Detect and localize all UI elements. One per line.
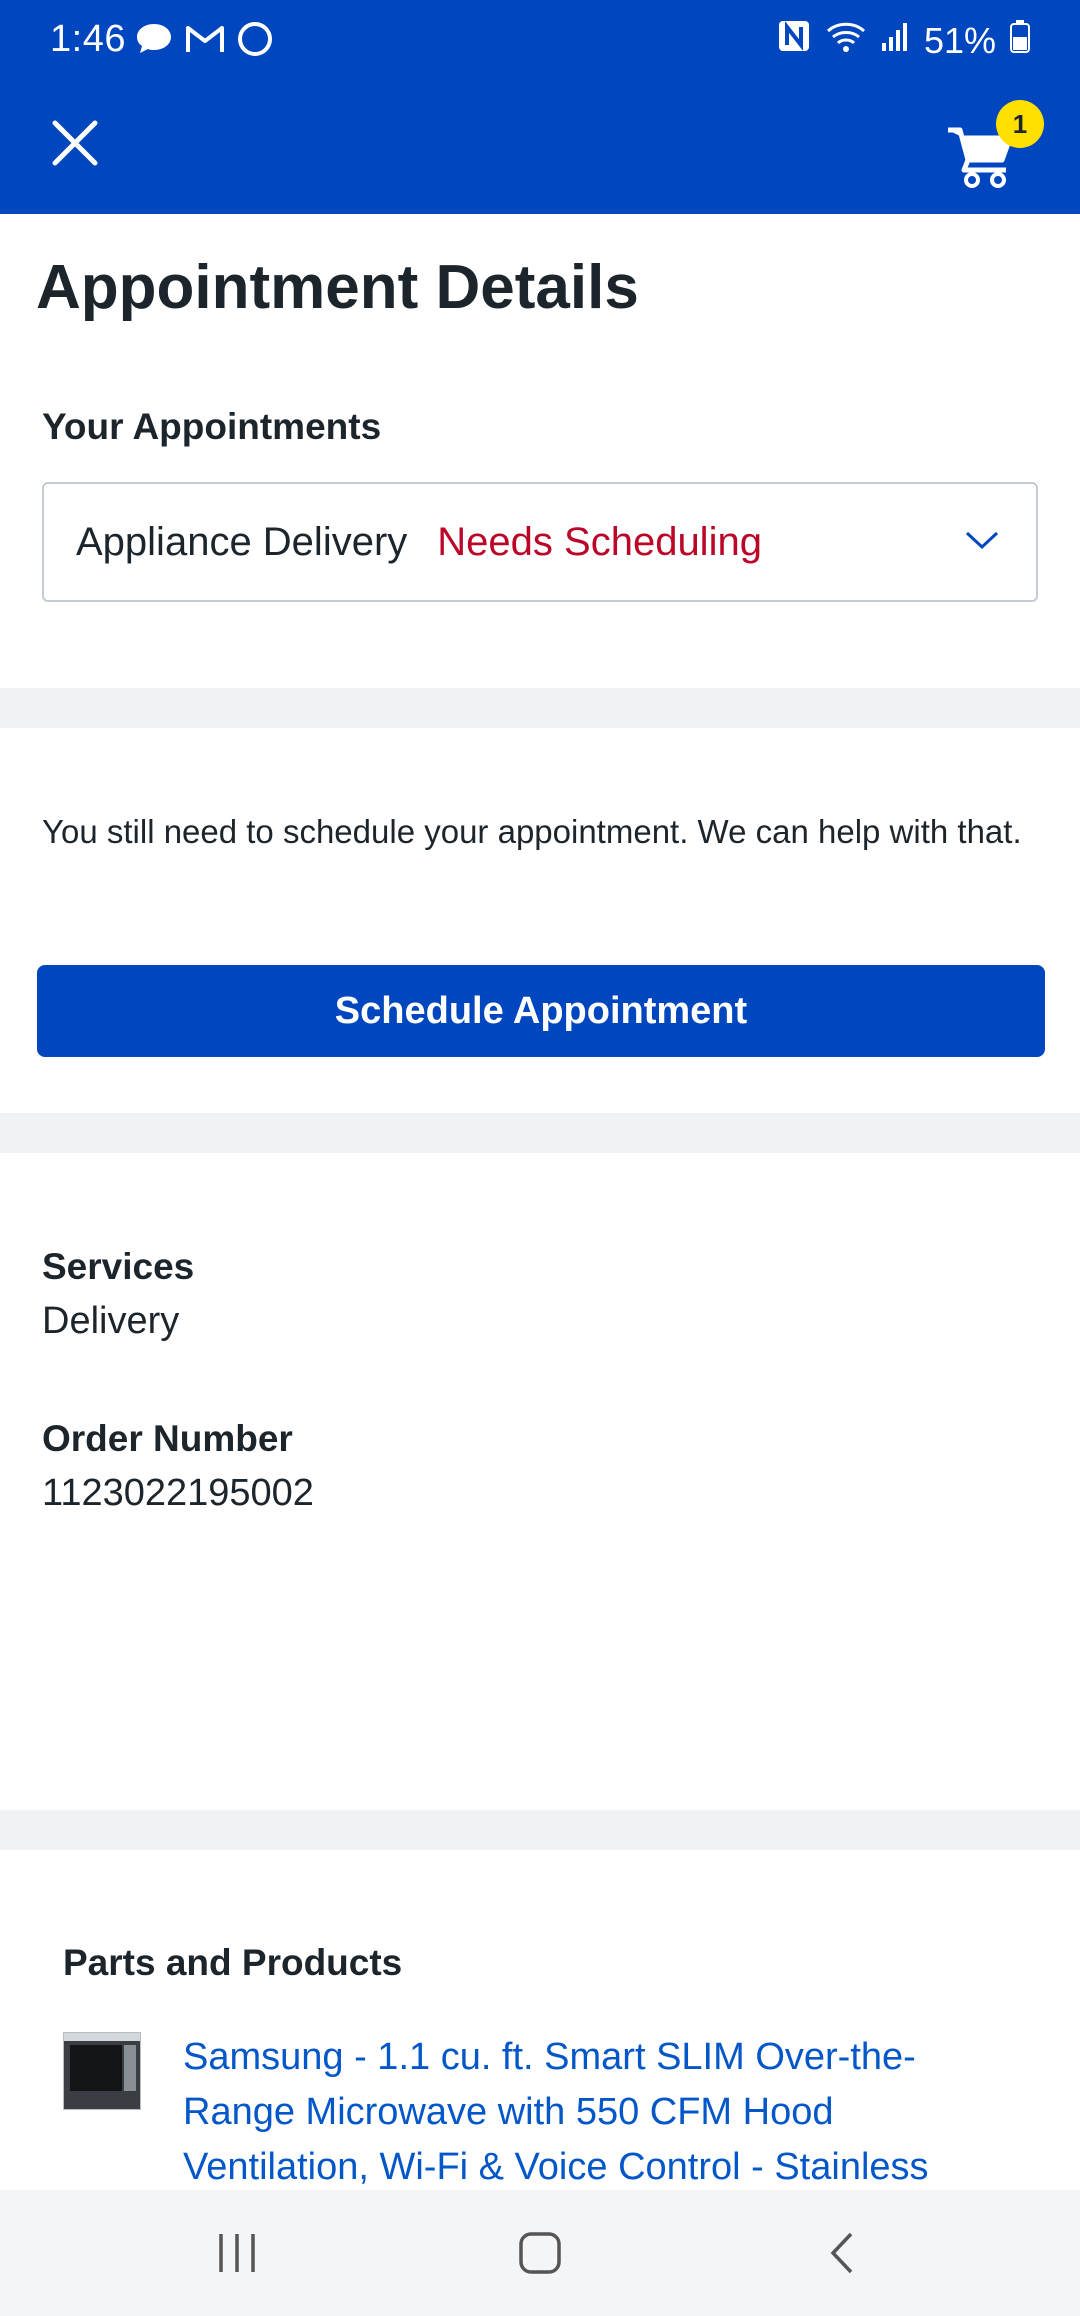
home-button[interactable]: [510, 2228, 570, 2278]
services-label: Services: [42, 1246, 195, 1287]
products-heading: Parts and Products: [63, 1942, 403, 1983]
section-divider: [0, 1113, 1080, 1153]
cart-button[interactable]: 1: [944, 100, 1044, 200]
status-bar: 1:46 51%: [0, 0, 1080, 84]
order-number-value: 1123022195002: [42, 1472, 314, 1514]
appointment-status: Needs Scheduling: [437, 519, 762, 564]
schedule-message: You still need to schedule your appointm…: [42, 813, 1022, 850]
system-nav-bar: [0, 2190, 1080, 2316]
back-icon: [830, 2232, 853, 2274]
alexa-icon: [236, 20, 274, 63]
schedule-appointment-button[interactable]: Schedule Appointment: [37, 965, 1045, 1057]
appointments-heading: Your Appointments: [42, 406, 382, 447]
recent-apps-icon: [219, 2234, 255, 2272]
chat-bubble-icon: [134, 21, 174, 62]
appointment-dropdown[interactable]: Appliance Delivery Needs Scheduling: [42, 482, 1038, 602]
home-icon: [519, 2232, 561, 2274]
close-button[interactable]: [42, 110, 108, 176]
product-image[interactable]: [63, 2032, 141, 2110]
wifi-icon: [826, 20, 866, 62]
battery-icon: [1010, 19, 1030, 62]
chevron-down-icon: [965, 531, 999, 550]
nfc-icon: [776, 18, 812, 63]
status-time: 1:46: [50, 18, 126, 60]
services-value: Delivery: [42, 1300, 180, 1342]
recent-apps-button[interactable]: [207, 2228, 267, 2278]
gmail-icon: [184, 22, 226, 61]
appointment-type: Appliance Delivery: [76, 519, 408, 564]
close-icon: [52, 120, 98, 166]
notification-icons: [134, 20, 274, 63]
system-indicators: 51%: [776, 18, 1030, 63]
app-header: 1: [0, 84, 1080, 214]
section-divider: [0, 1810, 1080, 1850]
product-title-link[interactable]: Samsung - 1.1 cu. ft. Smart SLIM Over-th…: [183, 2030, 1013, 2195]
back-button[interactable]: [812, 2228, 872, 2278]
section-divider: [0, 688, 1080, 728]
cart-count-badge: 1: [996, 100, 1044, 148]
order-number-label: Order Number: [42, 1418, 293, 1459]
page-title: Appointment Details: [36, 253, 639, 322]
signal-icon: [880, 20, 910, 62]
battery-text: 51%: [923, 19, 996, 61]
